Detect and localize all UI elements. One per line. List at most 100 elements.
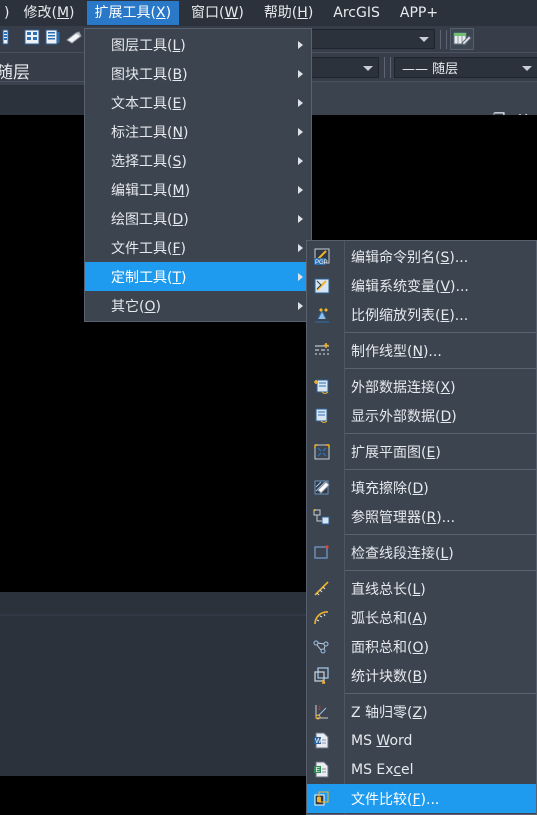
menu-item-label: 编辑工具(M) [111,182,191,199]
menubar-item-modify[interactable]: 修改(M) [15,1,82,25]
menu-item-label: 图层工具(L) [111,37,186,54]
check-segment-icon [313,544,331,562]
submenu-item-reference-manager[interactable]: 参照管理器(R)... [307,502,536,531]
make-linetype-icon [313,342,331,360]
submenu-item-scale-list[interactable]: 比例缩放列表(E)... [307,300,536,329]
line-length-icon [313,580,331,598]
chevron-right-icon [298,185,303,194]
submenu-item-count-blocks[interactable]: 统计块数(B) [307,661,536,690]
submenu-item-check-segment-connection[interactable]: 检查线段连接(L) [307,538,536,567]
toolbar-grip-1[interactable] [440,30,447,49]
svg-text:W: W [315,738,322,745]
ms-excel-icon: E [313,761,331,779]
submenu-item-fill-erase[interactable]: 填充擦除(D) [307,473,536,502]
submenu-item-expand-plan[interactable]: 扩展平面图(E) [307,437,536,466]
chevron-right-icon [298,40,303,49]
layer-previous-icon[interactable] [65,28,83,46]
submenu-item-edit-system-variable[interactable]: 编辑系统变量(V)... [307,271,536,300]
submenu-item-file-compare[interactable]: 文件比较(F)... [307,784,536,813]
menu-item-modify-tools[interactable]: 编辑工具(M) [85,175,311,204]
submenu-item-total-line-length[interactable]: 直线总长(L) [307,574,536,603]
chevron-down-icon [522,65,532,71]
menubar-item-partial[interactable]: ) [2,1,11,25]
layer-properties-icon[interactable] [2,28,20,46]
menu-item-dimension-tools[interactable]: 标注工具(N) [85,117,311,146]
menu-separator [345,693,536,694]
file-compare-icon [313,790,331,808]
color-combo[interactable] [311,57,379,78]
linetype-combo[interactable]: —— 随层 [394,57,537,78]
layer-states-icon[interactable] [23,28,41,46]
menu-item-layer-tools[interactable]: 图层工具(L) [85,30,311,59]
chevron-right-icon [298,156,303,165]
submenu-custom-tools[interactable]: PGP 编辑命令别名(S)... 编辑系统变量(V)... 比例缩放列表(E)... 制… [306,240,537,815]
layer-properties-manager-button[interactable] [450,28,474,50]
menu-item-label: 检查线段连接(L) [351,545,454,562]
menu-item-label: 比例缩放列表(E)... [351,307,469,324]
menu-item-label: 参照管理器(R)... [351,509,456,526]
menu-item-label: 制作线型(N)... [351,343,442,360]
menu-separator [345,368,536,369]
chevron-right-icon [298,272,303,281]
menu-item-label: 编辑系统变量(V)... [351,278,469,295]
menu-item-block-tools[interactable]: 图块工具(B) [85,59,311,88]
layer-isolate-icon[interactable] [44,28,62,46]
menubar-item-app-plus[interactable]: APP+ [392,1,446,25]
menu-item-label: Z 轴归零(Z) [351,704,428,721]
submenu-item-ms-excel[interactable]: E MS Excel [307,755,536,784]
svg-text:E: E [316,767,321,774]
menu-item-label: 编辑命令别名(S)... [351,249,469,266]
svg-text:PGP: PGP [315,260,328,266]
menu-item-others[interactable]: 其它(O) [85,291,311,320]
chevron-right-icon [298,98,303,107]
chevron-right-icon [298,127,303,136]
menu-separator [345,332,536,333]
toolbar-grip-2[interactable] [384,57,391,78]
ext-data-link-icon [313,378,331,396]
menu-item-file-tools[interactable]: 文件工具(F) [85,233,311,262]
menubar-item-help[interactable]: 帮助(H) [256,1,321,25]
menu-item-label: 定制工具(T) [111,269,187,286]
linetype-combo-value: —— 随层 [402,62,459,77]
submenu-item-ms-word[interactable]: W MS Word [307,726,536,755]
chevron-right-icon [298,69,303,78]
menu-item-selection-tools[interactable]: 选择工具(S) [85,146,311,175]
area-sum-icon [313,638,331,656]
menu-item-label: 文件工具(F) [111,240,186,257]
menubar-item-express-tools[interactable]: 扩展工具(X) [86,1,180,25]
menu-item-label: 绘图工具(D) [111,211,189,228]
menu-express-tools-dropdown[interactable]: 图层工具(L) 图块工具(B) 文本工具(E) 标注工具(N) 选择工具(S) 编辑工具(… [84,28,312,322]
menu-item-label: 直线总长(L) [351,581,426,598]
chevron-right-icon [298,301,303,310]
submenu-item-z-axis-zero[interactable]: z Z 轴归零(Z) [307,697,536,726]
menu-item-label: 文本工具(E) [111,95,187,112]
layer-combo-1[interactable] [311,29,435,49]
menu-separator [345,570,536,571]
submenu-item-edit-command-alias[interactable]: PGP 编辑命令别名(S)... [307,242,536,271]
menu-item-label: 选择工具(S) [111,153,187,170]
menu-item-custom-tools[interactable]: 定制工具(T) [85,262,311,291]
menu-item-label: 填充擦除(D) [351,480,429,497]
menubar-item-arcgis[interactable]: ArcGIS [325,1,388,25]
menu-item-label: 扩展平面图(E) [351,444,441,461]
expand-plan-icon [313,443,331,461]
submenu-item-external-data-link[interactable]: 外部数据连接(X) [307,372,536,401]
chevron-right-icon [298,243,303,252]
edit-sysvar-icon [313,277,331,295]
menubar-item-window[interactable]: 窗口(W) [183,1,252,25]
menu-item-label: MS Word [351,732,413,749]
menu-item-label: 面积总和(O) [351,639,429,656]
submenu-item-total-arc-length[interactable]: 弧长总和(A) [307,603,536,632]
left-toolbar-label-area: 随层 [0,63,89,115]
menu-item-label: 图块工具(B) [111,66,188,83]
menu-item-text-tools[interactable]: 文本工具(E) [85,88,311,117]
chevron-right-icon [298,214,303,223]
submenu-item-total-area[interactable]: 面积总和(O) [307,632,536,661]
menu-item-draw-tools[interactable]: 绘图工具(D) [85,204,311,233]
menu-bar: ) 修改(M) 扩展工具(X) 窗口(W) 帮助(H) ArcGIS APP+ [0,0,537,26]
menu-separator [345,469,536,470]
menu-item-label: 弧长总和(A) [351,610,428,627]
menu-item-label: MS Excel [351,761,414,778]
submenu-item-show-external-data[interactable]: 显示外部数据(D) [307,401,536,430]
submenu-item-make-linetype[interactable]: 制作线型(N)... [307,336,536,365]
